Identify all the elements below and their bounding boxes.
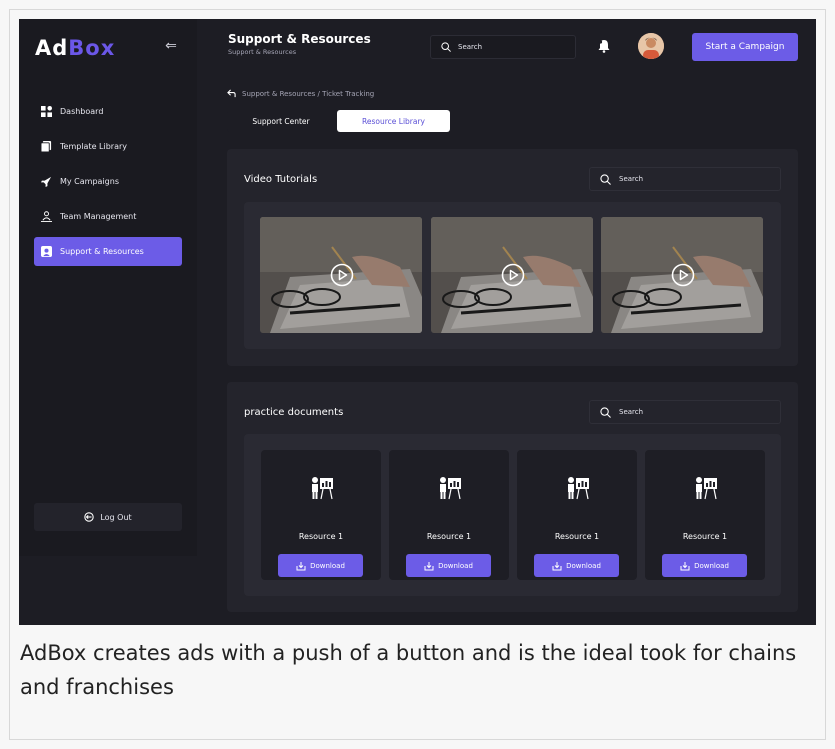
presentation-icon <box>440 477 461 500</box>
download-icon <box>424 561 434 570</box>
logout-label: Log Out <box>100 512 132 522</box>
download-button[interactable]: Download <box>406 554 491 577</box>
download-button[interactable]: Download <box>662 554 747 577</box>
download-icon <box>552 561 562 570</box>
section-title: practice documents <box>244 407 344 418</box>
app-logo: AdBox <box>35 36 116 60</box>
page-title: Support & Resources <box>228 32 371 46</box>
sidebar-item-template-library[interactable]: Template Library <box>34 132 182 161</box>
page-subtitle: Support & Resources <box>228 48 297 56</box>
breadcrumb: Support & Resources / Ticket Tracking <box>227 89 374 98</box>
video-thumbnail[interactable] <box>601 217 763 333</box>
video-search-input[interactable]: Search <box>589 167 781 191</box>
rocket-icon <box>40 176 52 188</box>
top-header: Support & Resources Support & Resources … <box>197 19 816 75</box>
search-icon <box>600 406 611 418</box>
sidebar-nav: Dashboard Template Library My Campaigns … <box>34 97 182 272</box>
video-thumbnail[interactable] <box>260 217 422 333</box>
logout-button[interactable]: Log Out <box>34 503 182 531</box>
play-icon[interactable] <box>330 263 354 287</box>
app-window: AdBox ⇐ Dashboard Template Library My Ca… <box>19 19 816 625</box>
document-card: Resource 1 Download <box>645 450 765 580</box>
back-arrow-icon[interactable] <box>227 89 236 98</box>
document-title: Resource 1 <box>298 532 344 541</box>
video-grid <box>244 202 781 349</box>
docs-search-input[interactable]: Search <box>589 400 781 424</box>
sidebar-item-team-management[interactable]: Team Management <box>34 202 182 231</box>
download-icon <box>680 561 690 570</box>
sidebar: AdBox ⇐ Dashboard Template Library My Ca… <box>19 19 197 556</box>
download-button[interactable]: Download <box>278 554 363 577</box>
sidebar-item-label: Dashboard <box>60 107 104 116</box>
sidebar-item-label: Team Management <box>60 212 137 221</box>
document-title: Resource 1 <box>554 532 600 541</box>
sidebar-item-label: My Campaigns <box>60 177 119 186</box>
sidebar-item-support-resources[interactable]: Support & Resources <box>34 237 182 266</box>
tab-resource-library[interactable]: Resource Library <box>337 110 450 132</box>
download-button[interactable]: Download <box>534 554 619 577</box>
bell-icon[interactable] <box>597 39 611 53</box>
practice-documents-section: practice documents Search Resource 1 Dow… <box>227 382 798 612</box>
avatar[interactable] <box>638 33 664 59</box>
document-title: Resource 1 <box>682 532 728 541</box>
presentation-icon <box>568 477 589 500</box>
tab-bar: Support Center Resource Library <box>227 110 450 132</box>
presentation-icon <box>696 477 717 500</box>
play-icon[interactable] <box>671 263 695 287</box>
dashboard-icon <box>40 106 52 118</box>
template-icon <box>40 141 52 153</box>
tab-support-center[interactable]: Support Center <box>227 110 335 132</box>
presentation-icon <box>312 477 333 500</box>
sidebar-item-dashboard[interactable]: Dashboard <box>34 97 182 126</box>
start-campaign-button[interactable]: Start a Campaign <box>692 33 798 61</box>
document-card: Resource 1 Download <box>261 450 381 580</box>
documents-grid: Resource 1 Download Resource 1 Download … <box>244 434 781 596</box>
document-card: Resource 1 Download <box>517 450 637 580</box>
video-tutorials-section: Video Tutorials Search <box>227 149 798 366</box>
logout-icon <box>84 512 95 522</box>
download-icon <box>296 561 306 570</box>
team-icon <box>40 211 52 223</box>
search-icon <box>600 173 611 185</box>
sidebar-item-label: Template Library <box>60 142 128 151</box>
sidebar-item-label: Support & Resources <box>60 247 144 256</box>
document-card: Resource 1 Download <box>389 450 509 580</box>
search-icon <box>441 42 451 52</box>
caption-text: AdBox creates ads with a push of a butto… <box>20 641 797 699</box>
section-title: Video Tutorials <box>244 174 318 185</box>
collapse-sidebar-icon[interactable]: ⇐ <box>163 38 179 54</box>
video-thumbnail[interactable] <box>431 217 593 333</box>
support-icon <box>40 246 52 258</box>
header-search-input[interactable]: Search <box>430 35 576 59</box>
document-title: Resource 1 <box>426 532 472 541</box>
sidebar-item-my-campaigns[interactable]: My Campaigns <box>34 167 182 196</box>
play-icon[interactable] <box>501 263 525 287</box>
